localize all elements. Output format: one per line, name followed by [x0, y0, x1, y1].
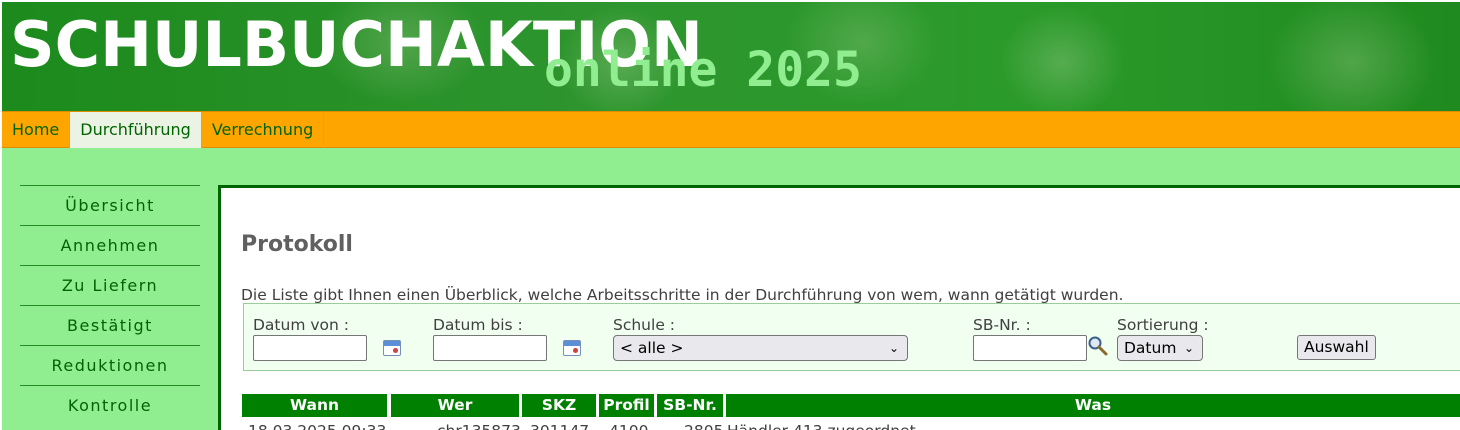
tab-verrechnung[interactable]: Verrechnung: [202, 112, 325, 148]
column-header-sbnr[interactable]: SB-Nr.: [657, 394, 723, 417]
column-header-was[interactable]: Was: [726, 394, 1460, 417]
cell-wann: 18.03.2025 09:33: [248, 422, 386, 430]
column-header-wann[interactable]: Wann: [242, 394, 387, 417]
cell-profil: 4100: [609, 422, 648, 430]
cell-was: Händler 413 zugeordnet: [727, 422, 916, 430]
column-header-skz[interactable]: SKZ: [522, 394, 596, 417]
sbnr-input[interactable]: [973, 335, 1087, 361]
page-title: Protokoll: [241, 232, 353, 257]
cell-wer: chr135873: [437, 422, 521, 430]
chevron-down-icon: ⌄: [1183, 341, 1194, 355]
app-subtitle: online 2025: [544, 42, 862, 98]
datum-von-input[interactable]: [253, 335, 367, 361]
tab-home[interactable]: Home: [2, 112, 71, 148]
column-header-wer[interactable]: Wer: [391, 394, 519, 417]
schule-select[interactable]: < alle > ⌄: [613, 335, 908, 361]
sidebar-item-bestaetigt[interactable]: Bestätigt: [20, 305, 200, 345]
sortierung-select-value: Datum: [1124, 339, 1177, 357]
filter-form: Datum von : Datum bis : Schule : < alle …: [243, 303, 1460, 371]
sidebar-item-zu-liefern[interactable]: Zu Liefern: [20, 265, 200, 305]
cell-sbnr: 2805: [684, 422, 723, 430]
calendar-icon[interactable]: [383, 340, 401, 356]
sidebar: Übersicht Annehmen Zu Liefern Bestätigt …: [20, 185, 200, 425]
sortierung-select[interactable]: Datum ⌄: [1117, 335, 1203, 361]
top-navigation: Home Durchführung Verrechnung: [2, 111, 1460, 148]
sidebar-item-reduktionen[interactable]: Reduktionen: [20, 345, 200, 385]
datum-von-label: Datum von :: [253, 316, 349, 334]
intro-text: Die Liste gibt Ihnen einen Überblick, we…: [241, 286, 1124, 304]
chevron-down-icon: ⌄: [888, 341, 899, 355]
sidebar-item-kontrolle[interactable]: Kontrolle: [20, 385, 200, 425]
sortierung-label: Sortierung :: [1117, 316, 1209, 334]
tab-durchfuehrung[interactable]: Durchführung: [70, 112, 202, 148]
datum-bis-label: Datum bis :: [433, 316, 523, 334]
schule-label: Schule :: [613, 316, 675, 334]
sbnr-label: SB-Nr. :: [973, 316, 1031, 334]
cell-skz: 301147: [530, 422, 589, 430]
schule-select-value: < alle >: [620, 339, 684, 357]
header-banner: SCHULBUCHAKTION online 2025: [2, 2, 1460, 111]
sidebar-item-uebersicht[interactable]: Übersicht: [20, 185, 200, 225]
magnifier-icon[interactable]: [1087, 335, 1109, 357]
column-header-profil[interactable]: Profil: [599, 394, 654, 417]
datum-bis-input[interactable]: [433, 335, 547, 361]
auswahl-button[interactable]: Auswahl: [1297, 335, 1376, 360]
sidebar-item-annehmen[interactable]: Annehmen: [20, 225, 200, 265]
calendar-icon[interactable]: [563, 340, 581, 356]
